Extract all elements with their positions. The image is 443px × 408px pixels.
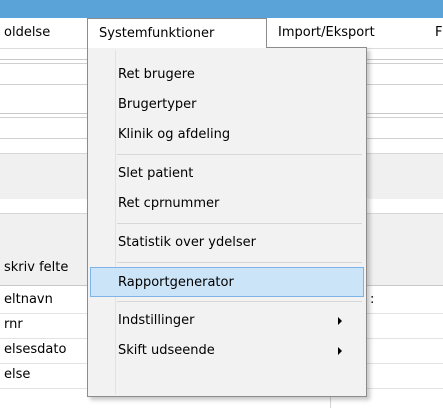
menu-separator (117, 154, 362, 155)
menu-option-label: Indstillinger (118, 313, 195, 328)
systemfunktioner-dropdown-menu: Ret brugere Brugertyper Klinik og afdeli… (87, 47, 367, 397)
table-row-label[interactable]: rnr (4, 317, 23, 332)
menu-option-label: Statistik over ydelser (118, 235, 256, 250)
app-window: oldelse Systemfunktioner Import/Eksport … (0, 0, 443, 408)
menu-item-import-eksport[interactable]: Import/Eksport (278, 18, 375, 48)
menu-bar: oldelse Systemfunktioner Import/Eksport … (0, 18, 443, 49)
menu-separator (117, 301, 362, 302)
menu-option-slet-patient[interactable]: Slet patient (90, 159, 364, 189)
menu-option-label: Skift udseende (118, 343, 215, 358)
menu-option-skift-udseende[interactable]: Skift udseende (90, 336, 364, 366)
menu-separator (117, 262, 362, 263)
menu-item-systemfunktioner[interactable]: Systemfunktioner (87, 18, 267, 48)
menu-option-ret-brugere[interactable]: Ret brugere (90, 60, 364, 90)
menu-option-label: Slet patient (118, 166, 194, 181)
menu-option-brugertyper[interactable]: Brugertyper (90, 90, 364, 120)
submenu-arrow-icon (338, 347, 342, 355)
menu-option-klinik-og-afdeling[interactable]: Klinik og afdeling (90, 120, 364, 150)
menu-item-ydelse[interactable]: oldelse (4, 18, 50, 48)
window-title-strip (0, 0, 443, 18)
menu-option-statistik-over-ydelser[interactable]: Statistik over ydelser (90, 228, 364, 258)
menu-separator (117, 223, 362, 224)
table-row-label[interactable]: eltnavn (4, 292, 53, 307)
menu-option-rapportgenerator[interactable]: Rapportgenerator (90, 267, 364, 297)
menu-option-ret-cprnummer[interactable]: Ret cprnummer (90, 189, 364, 219)
menu-option-label: Brugertyper (118, 97, 197, 112)
menu-item-f[interactable]: F (435, 18, 442, 48)
table-row-label[interactable]: else (4, 367, 30, 382)
menu-option-label: Ret brugere (118, 67, 195, 82)
submenu-arrow-icon (338, 317, 342, 325)
menu-option-label: Rapportgenerator (118, 275, 234, 290)
section-label: skriv felte (4, 260, 69, 275)
menu-option-indstillinger[interactable]: Indstillinger (90, 306, 364, 336)
menu-option-label: Ret cprnummer (118, 196, 220, 211)
table-row-label[interactable]: elsesdato (4, 342, 66, 357)
menu-option-label: Klinik og afdeling (118, 127, 231, 142)
table-cell-fragment: : (370, 292, 375, 307)
